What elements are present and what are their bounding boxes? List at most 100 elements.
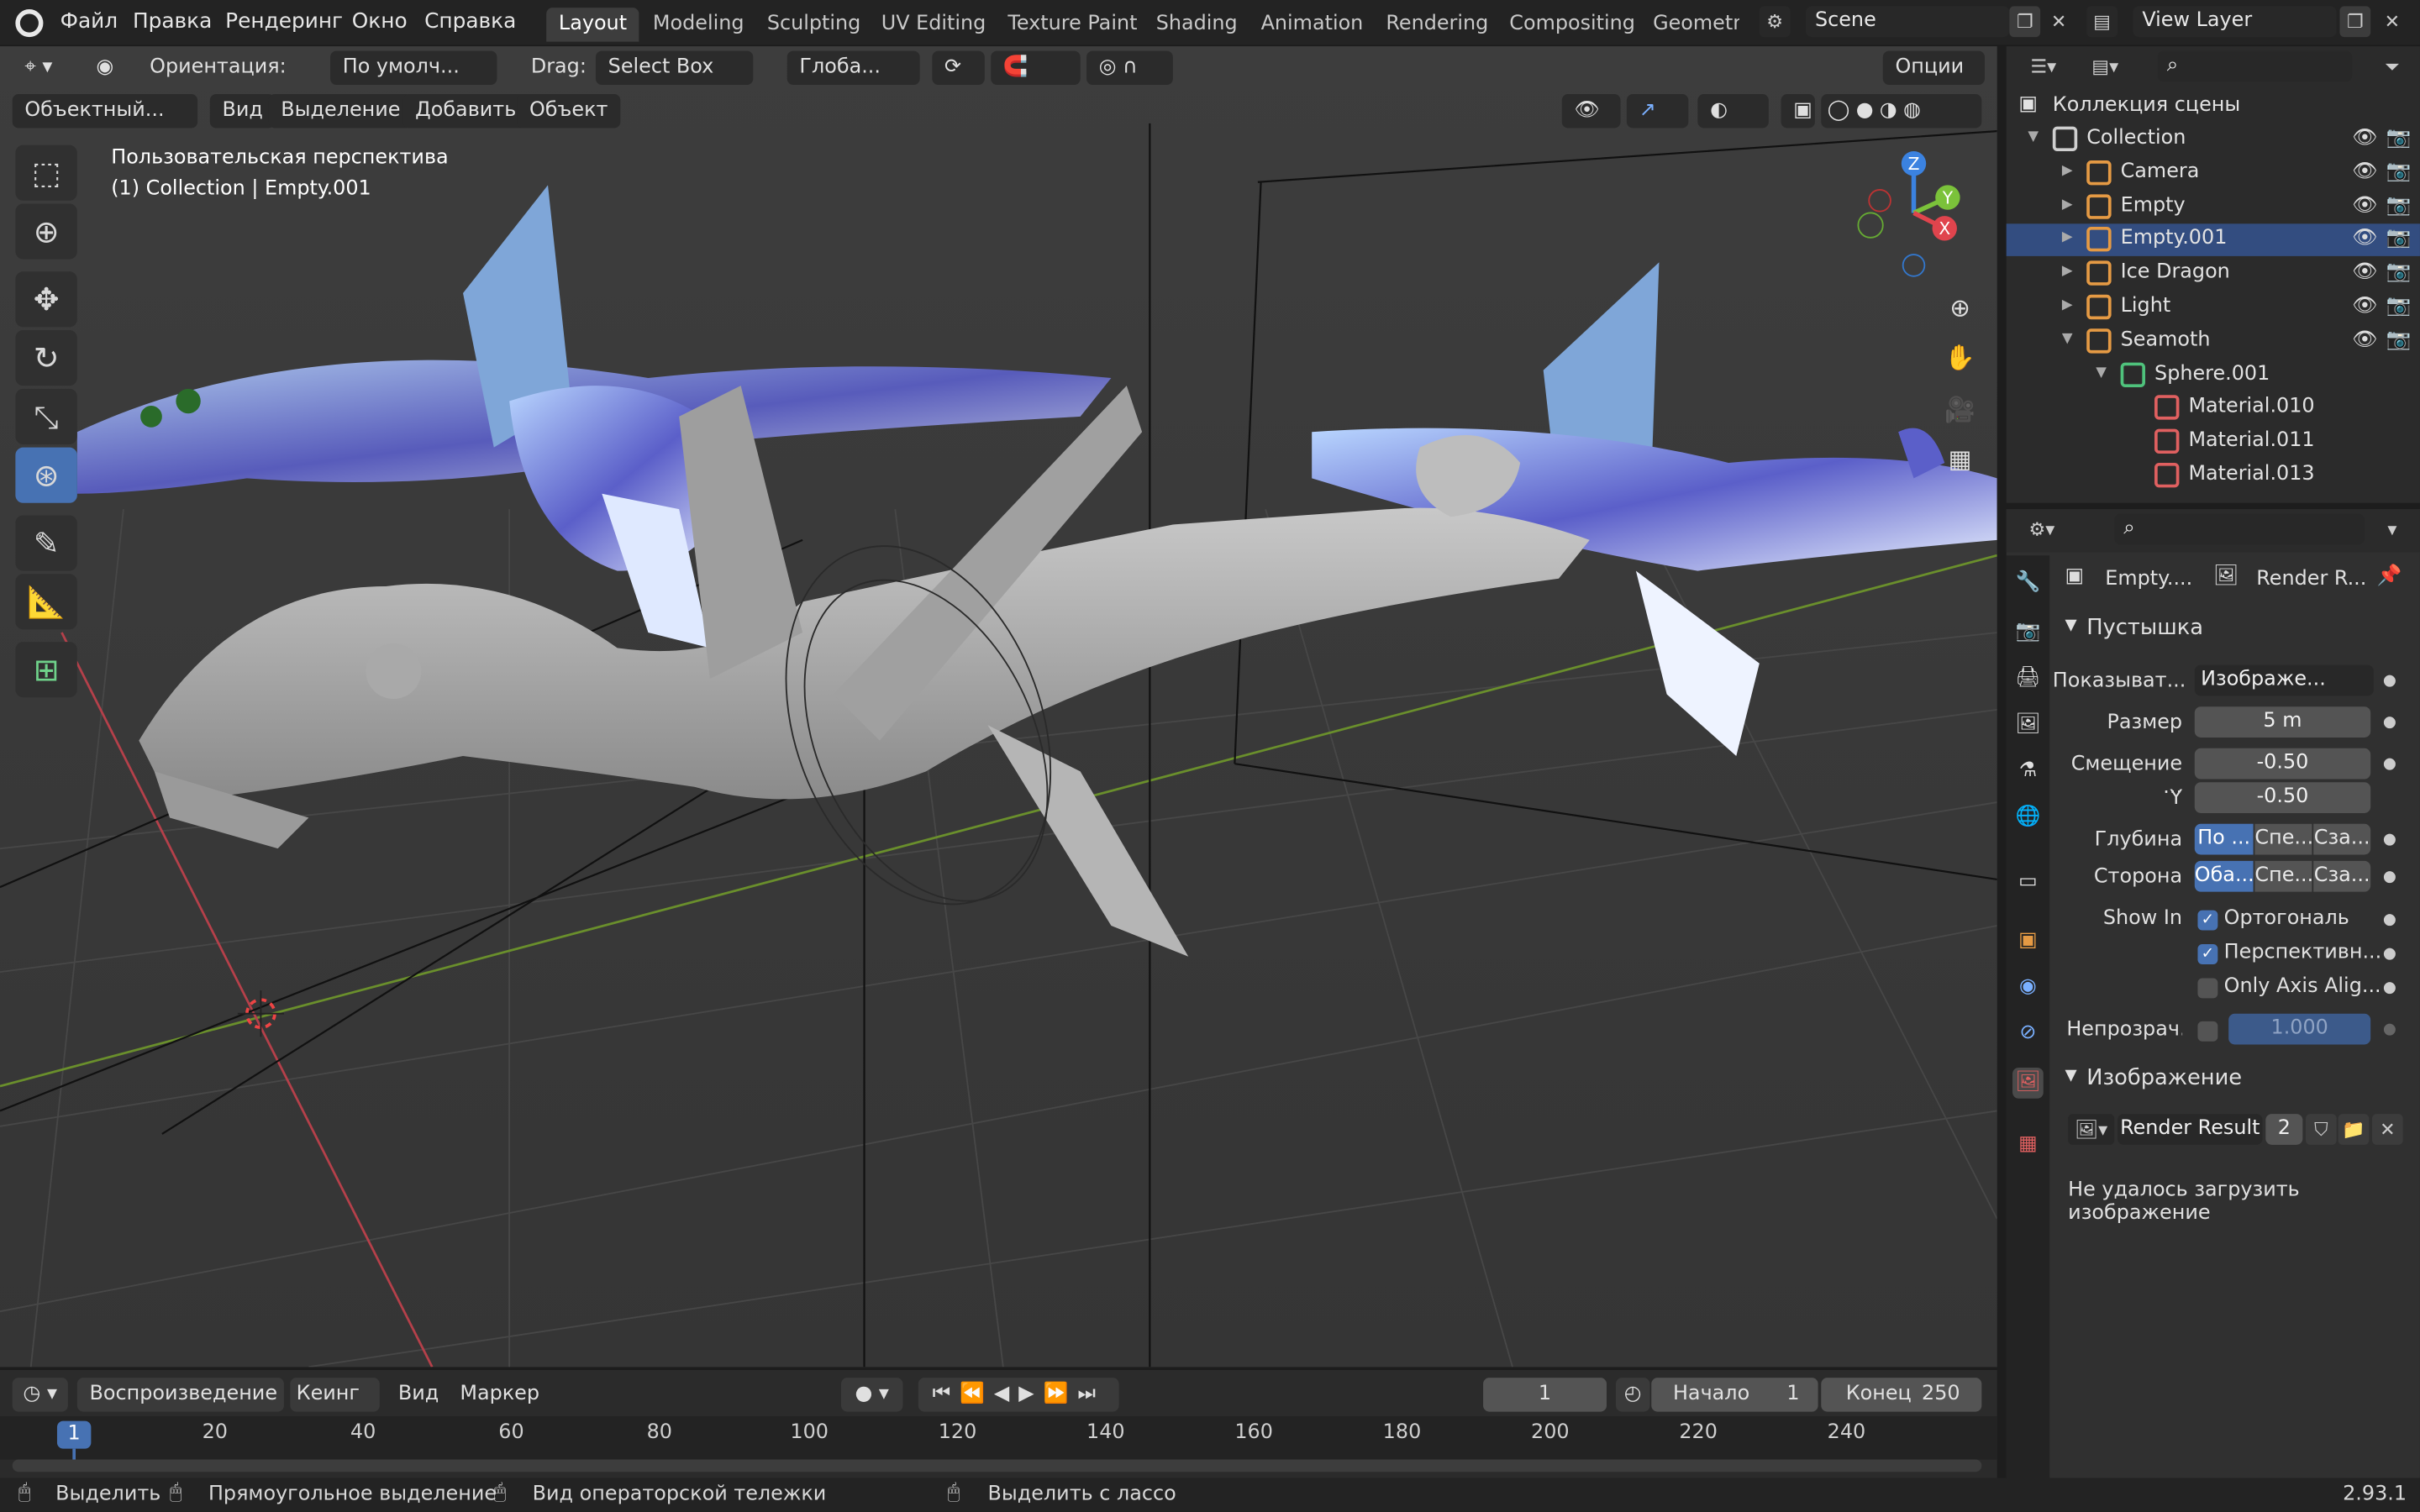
menu-render[interactable]: Рендеринг: [225, 9, 343, 34]
options-dropdown[interactable]: Опции: [1882, 50, 1985, 86]
editor-type-icon[interactable]: ◷ ▾: [12, 1378, 68, 1412]
pin-icon[interactable]: 📌: [2377, 564, 2402, 588]
only-axis-aligned-checkbox[interactable]: [2197, 978, 2218, 999]
render-camera-icon[interactable]: 📷: [2386, 295, 2412, 318]
render-camera-icon[interactable]: 📷: [2386, 328, 2412, 352]
menu-view[interactable]: Вид: [209, 94, 276, 129]
delete-view-layer-icon[interactable]: ✕: [2377, 6, 2408, 37]
orientation-dropdown[interactable]: По умолч...: [330, 50, 497, 86]
menu-edit[interactable]: Правка: [133, 9, 212, 34]
open-folder-icon[interactable]: 📁: [2338, 1114, 2370, 1145]
collapsed-arrow-icon[interactable]: ▶: [2062, 264, 2073, 279]
panel-header-image[interactable]: ▼ Изображение: [2053, 1062, 2420, 1099]
tab-texture-paint[interactable]: Texture Paint: [996, 8, 1150, 41]
menu-add[interactable]: Добавить: [402, 94, 529, 129]
keying-dropdown[interactable]: Кеинг: [290, 1378, 380, 1412]
visibility-eye-icon[interactable]: 👁: [2352, 295, 2377, 318]
outliner-row-ice-dragon[interactable]: ▶ Ice Dragon 👁 📷: [2007, 258, 2420, 291]
outliner-row-seamoth[interactable]: ▼ Seamoth 👁 📷: [2007, 325, 2420, 358]
record-icon[interactable]: ● ▾: [841, 1378, 903, 1412]
tab-rendering[interactable]: Rendering: [1374, 8, 1501, 41]
collapsed-arrow-icon[interactable]: ▶: [2062, 297, 2073, 312]
side-option-back[interactable]: Сза...: [2313, 860, 2371, 892]
select-box-tool[interactable]: ⬚: [15, 144, 77, 201]
timeline-marker-menu[interactable]: Маркер: [460, 1378, 539, 1411]
ortho-grid-icon[interactable]: ▦: [1939, 438, 1981, 481]
annotate-tool[interactable]: ✎: [15, 515, 77, 571]
outliner-row-material-013[interactable]: Material.013: [2007, 459, 2420, 492]
new-view-layer-icon[interactable]: ❐: [2339, 6, 2371, 38]
visibility-eye-icon[interactable]: 👁: [2352, 194, 2377, 218]
visibility-eye-icon[interactable]: 👁: [2352, 228, 2377, 251]
outliner-row-scene-collection[interactable]: ▣ Коллекция сцены: [2007, 91, 2420, 123]
menu-file[interactable]: Файл: [60, 9, 118, 34]
3d-viewport[interactable]: ⌖ ▾ ◉ Ориентация: По умолч... Drag: Sele…: [0, 46, 1997, 1368]
collapsed-arrow-icon[interactable]: ▶: [2062, 230, 2073, 245]
menu-help[interactable]: Справка: [424, 9, 516, 34]
timeline-scrollbar[interactable]: [12, 1459, 1982, 1473]
outliner-row-material-010[interactable]: Material.010: [2007, 392, 2420, 425]
texture-tab-icon[interactable]: ▦: [2012, 1129, 2044, 1160]
side-option-front[interactable]: Спе...: [2254, 860, 2312, 892]
keyframe-dot-icon[interactable]: ●: [2383, 756, 2396, 773]
object-tab-icon[interactable]: ▣: [2012, 926, 2044, 957]
visibility-eye-icon[interactable]: 👁: [2352, 160, 2377, 184]
keyframe-dot-icon[interactable]: ●: [2383, 714, 2396, 731]
camera-view-icon[interactable]: 🎥: [1939, 389, 1981, 432]
collection-tab-icon[interactable]: ▭: [2012, 867, 2044, 898]
unlink-image-icon[interactable]: ✕: [2372, 1114, 2403, 1145]
properties-search-input[interactable]: ⌕: [2114, 513, 2365, 545]
visibility-eye-icon[interactable]: 👁: [2352, 328, 2377, 352]
keyframe-dot-icon[interactable]: ●: [2383, 911, 2396, 928]
scale-tool[interactable]: ⤡: [15, 388, 77, 444]
tab-layout[interactable]: Layout: [546, 8, 639, 42]
outliner-row-collection[interactable]: ▼ Collection 👁 📷: [2007, 123, 2420, 156]
properties-options-icon[interactable]: ▾: [2377, 514, 2408, 545]
outliner-row-camera[interactable]: ▶ Camera 👁 📷: [2007, 157, 2420, 190]
scene-tab-icon[interactable]: ⚗: [2012, 756, 2044, 787]
end-frame-field[interactable]: Конец 250: [1821, 1378, 1982, 1412]
menu-object[interactable]: Объект: [517, 94, 621, 129]
view-layer-field[interactable]: View Layer: [2133, 6, 2337, 38]
transform-orientation-dropdown[interactable]: Глоба...: [786, 50, 920, 86]
output-tab-icon[interactable]: 🖨: [2012, 664, 2044, 695]
keyframe-dot-icon[interactable]: ●: [2383, 832, 2396, 848]
expanded-arrow-icon[interactable]: ▼: [2096, 365, 2107, 381]
image-users-count[interactable]: 2: [2265, 1114, 2303, 1145]
tab-geometry[interactable]: Geometry: [1640, 8, 1739, 41]
playback-controls[interactable]: ⏮⏪◀▶⏩⏭: [918, 1378, 1119, 1412]
proportional-edit-icon[interactable]: ◎ ∩: [1086, 50, 1173, 86]
snap-icon[interactable]: 🧲: [991, 50, 1081, 86]
start-frame-field[interactable]: Начало 1: [1651, 1378, 1818, 1412]
display-dropdown[interactable]: Изображе...: [2194, 664, 2374, 696]
delete-scene-icon[interactable]: ✕: [2044, 6, 2075, 37]
render-camera-icon[interactable]: 📷: [2386, 127, 2412, 150]
outliner-editor-icon[interactable]: ☰▾: [2018, 51, 2068, 82]
offset-x-field[interactable]: -0.50: [2194, 748, 2371, 780]
tab-shading[interactable]: Shading: [1144, 8, 1249, 41]
side-option-both[interactable]: Оба...: [2194, 860, 2254, 892]
world-tab-icon[interactable]: 🌐: [2012, 802, 2044, 833]
timeline-view-menu[interactable]: Вид: [398, 1378, 439, 1411]
tab-modeling[interactable]: Modeling: [640, 8, 756, 41]
view-layer-icon[interactable]: ▤: [2086, 6, 2118, 38]
transform-tool[interactable]: ⊛: [15, 447, 77, 503]
shading-mode-icons[interactable]: ◯●◑◍: [1821, 94, 1982, 129]
image-browse-icon[interactable]: 🖼▾: [2068, 1114, 2115, 1145]
current-frame-field[interactable]: 1: [1483, 1378, 1607, 1412]
outliner-search-input[interactable]: ⌕: [2157, 50, 2353, 82]
overlays-icon[interactable]: ◐: [1697, 94, 1769, 129]
physics-tab-icon[interactable]: ◉: [2012, 972, 2044, 1003]
scene-selector-icon[interactable]: ⚙: [1759, 6, 1791, 38]
outliner-row-sphere-001[interactable]: ▼ Sphere.001: [2007, 359, 2420, 391]
playback-dropdown[interactable]: Воспроизведение: [76, 1378, 284, 1412]
viewport-scene[interactable]: [0, 46, 1997, 1368]
render-camera-icon[interactable]: 📷: [2386, 194, 2412, 218]
outliner-row-material-011[interactable]: Material.011: [2007, 426, 2420, 459]
tab-compositing[interactable]: Compositing: [1497, 8, 1648, 41]
visibility-eye-icon[interactable]: 👁: [2352, 261, 2377, 285]
measure-tool[interactable]: 📐: [15, 574, 77, 630]
mode-dropdown[interactable]: Объектный...: [12, 94, 198, 129]
menu-select[interactable]: Выделение: [268, 94, 413, 129]
rotate-tool[interactable]: ↻: [15, 330, 77, 386]
